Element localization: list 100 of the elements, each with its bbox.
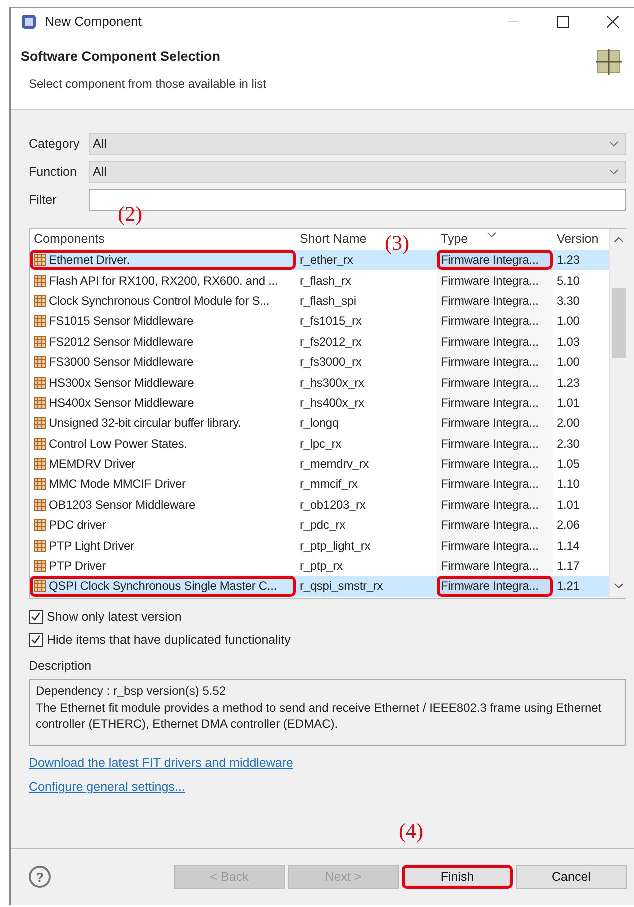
- table-cell-text: r_memdrv_rx: [299, 456, 370, 474]
- link[interactable]: Configure general settings...: [29, 780, 186, 794]
- component-cell: HS400x Sensor Middleware: [30, 392, 296, 414]
- window-title: New Component: [45, 14, 143, 29]
- table-cell-text: 1.00: [556, 313, 581, 330]
- table-cell-text: 1.00: [556, 354, 581, 372]
- table-cell: Firmware Integra...: [437, 250, 553, 270]
- table-cell-text: r_ptp_rx: [299, 558, 344, 576]
- component-icon: [34, 417, 46, 430]
- component-cell: Ethernet Driver.: [30, 250, 296, 270]
- component-icon: [34, 478, 46, 490]
- table-row[interactable]: PTP Driver r_ptp_rx Firmware Integra... 1.17: [30, 556, 609, 576]
- table-cell-text: r_longq: [299, 415, 340, 432]
- table-cell-text: 1.17: [556, 558, 581, 576]
- table-cell: Firmware Integra...: [437, 454, 553, 474]
- component-icon: [34, 254, 46, 266]
- component-icon: [34, 396, 46, 409]
- chevron-icon: [609, 141, 619, 147]
- component-icon: [34, 458, 46, 470]
- table-cell-text: r_hs300x_rx: [299, 374, 366, 392]
- table-cell: Firmware Integra...: [437, 494, 553, 516]
- dropdown[interactable]: All: [89, 161, 626, 183]
- component-cell: MEMDRV Driver: [30, 454, 296, 474]
- table-cell: Firmware Integra...: [437, 270, 553, 291]
- table-cell-text: r_flash_rx: [299, 272, 352, 290]
- table-row[interactable]: Unsigned 32-bit circular buffer library. r_longq Firmware Integra... 2.00: [30, 413, 609, 434]
- component-cell: PTP Driver: [30, 556, 296, 576]
- table-row[interactable]: FS2012 Sensor Middleware r_fs2012_rx Firmware Integra... 1.03: [30, 332, 609, 352]
- table-row[interactable]: QSPI Clock Synchronous Single Master C... r_qspi_smstr_rx Firmware Integra... 1.21: [30, 576, 609, 597]
- table-row[interactable]: MMC Mode MMCIF Driver r_mmcif_rx Firmware Integra... 1.10: [30, 474, 609, 495]
- table-cell-text: 2.06: [556, 517, 581, 534]
- component-icon: [34, 498, 46, 511]
- table-cell: Firmware Integra...: [437, 434, 553, 454]
- component-cell: Flash API for RX100, RX200, RX600. and ...: [30, 270, 296, 291]
- minimize-icon: [508, 20, 518, 22]
- table-cell: Firmware Integra...: [437, 290, 553, 312]
- annotation-label: (2): [118, 202, 142, 227]
- link[interactable]: Download the latest FIT drivers and middleware: [29, 756, 294, 770]
- table-cell: Firmware Integra...: [437, 372, 553, 393]
- table-row[interactable]: OB1203 Sensor Middleware r_ob1203_rx Firmware Integra... 1.01: [30, 494, 609, 516]
- table-row[interactable]: FS1015 Sensor Middleware r_fs1015_rx Firmware Integra... 1.00: [30, 311, 609, 332]
- column-header[interactable]: Components: [30, 229, 109, 250]
- component-icon: [34, 274, 46, 287]
- app-icon: [21, 14, 37, 30]
- help-button[interactable]: ?: [29, 866, 51, 888]
- component-cell: PTP Light Driver: [30, 535, 296, 556]
- column-header[interactable]: Short Name: [296, 229, 371, 250]
- maximize-icon: [557, 16, 569, 28]
- dropdown[interactable]: All: [89, 133, 626, 155]
- component-icon: [34, 540, 46, 552]
- table-row[interactable]: PDC driver r_pdc_rx Firmware Integra... 2.06: [30, 515, 609, 536]
- checkbox[interactable]: [29, 610, 43, 624]
- table-row[interactable]: FS3000 Sensor Middleware r_fs3000_rx Firmware Integra... 1.00: [30, 352, 609, 372]
- table-cell-text: r_ether_rx: [299, 252, 354, 270]
- checkbox-label: Hide items that have duplicated functionality: [47, 632, 291, 646]
- component-cell: FS3000 Sensor Middleware: [30, 352, 296, 372]
- page-subtitle: Select component from those available in list: [28, 77, 268, 91]
- table-cell-text: 1.01: [556, 394, 581, 412]
- table-cell: Firmware Integra...: [437, 332, 553, 352]
- table-cell-text: 1.03: [556, 334, 581, 351]
- table-cell-text: r_flash_spi: [299, 292, 358, 310]
- table-cell-text: 3.30: [556, 292, 581, 310]
- component-icon: [34, 315, 46, 328]
- table-row[interactable]: MEMDRV Driver r_memdrv_rx Firmware Integra... 1.05: [30, 454, 609, 474]
- field-label: Filter: [29, 193, 58, 207]
- column-header[interactable]: Version: [553, 229, 603, 250]
- table-row[interactable]: Control Low Power States. r_lpc_rx Firmware Integra... 2.30: [30, 434, 609, 454]
- table-row[interactable]: PTP Light Driver r_ptp_light_rx Firmware Integra... 1.14: [30, 535, 609, 556]
- annotation-label: (4): [399, 819, 424, 844]
- table-cell: Firmware Integra...: [437, 392, 553, 414]
- table-cell-text: 1.23: [556, 252, 581, 270]
- component-cell: Control Low Power States.: [30, 434, 296, 454]
- section-label: Description: [29, 659, 93, 673]
- table-cell: Firmware Integra...: [437, 474, 553, 495]
- component-cell: FS2012 Sensor Middleware: [30, 332, 296, 352]
- checkbox[interactable]: [29, 632, 43, 646]
- grid-icon: [596, 49, 622, 75]
- table-cell: Firmware Integra...: [437, 556, 553, 576]
- table-cell: Firmware Integra...: [437, 352, 553, 372]
- component-icon: [34, 519, 46, 532]
- table-cell-text: 1.23: [556, 374, 581, 392]
- dialog-button[interactable]: Cancel: [516, 865, 627, 889]
- component-cell: Clock Synchronous Control Module for S...: [30, 290, 296, 312]
- table-cell-text: r_fs1015_rx: [299, 313, 363, 330]
- table-row[interactable]: Flash API for RX100, RX200, RX600. and ... r_flash_rx Firmware Integra... 5.10: [30, 270, 609, 291]
- dialog-button[interactable]: Finish: [402, 865, 513, 889]
- table-cell-text: r_qspi_smstr_rx: [299, 578, 384, 596]
- table-cell-text: 1.01: [556, 496, 581, 514]
- close-icon: [607, 16, 619, 28]
- component-icon: [34, 376, 46, 389]
- table-cell-text: r_ptp_light_rx: [299, 538, 372, 555]
- table-row[interactable]: HS400x Sensor Middleware r_hs400x_rx Firmware Integra... 1.01: [30, 392, 609, 414]
- table-cell-text: r_mmcif_rx: [299, 476, 359, 494]
- column-header[interactable]: Type: [437, 229, 472, 250]
- table-row[interactable]: Clock Synchronous Control Module for S... r_flash_spi Firmware Integra... 3.30: [30, 290, 609, 312]
- table-cell-text: 1.14: [556, 538, 581, 555]
- scrollbar[interactable]: [609, 229, 627, 598]
- table-cell-text: r_hs400x_rx: [299, 394, 366, 412]
- checkbox-label: Show only latest version: [47, 610, 182, 624]
- table-row[interactable]: HS300x Sensor Middleware r_hs300x_rx Firmware Integra... 1.23: [30, 372, 609, 393]
